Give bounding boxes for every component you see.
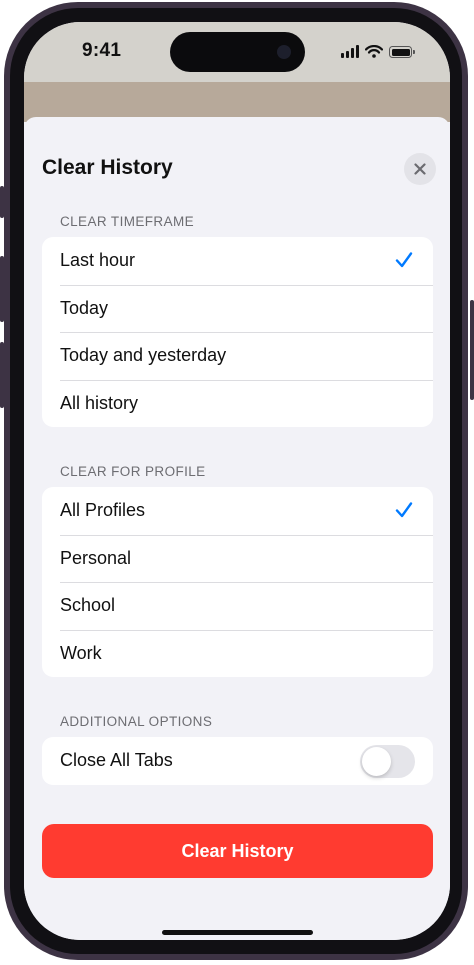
checkmark-icon [395, 502, 413, 518]
option-label: Last hour [60, 250, 136, 271]
camera-icon [277, 45, 291, 59]
battery-icon [389, 46, 415, 58]
option-label: Today and yesterday [60, 345, 227, 366]
close-button[interactable] [404, 153, 436, 185]
option-label: School [60, 595, 116, 616]
volume-down-button [0, 342, 4, 408]
profile-option-personal[interactable]: Personal [42, 534, 433, 583]
option-label: All Profiles [60, 500, 146, 521]
volume-up-button [0, 256, 4, 322]
action-button [0, 186, 4, 218]
power-button [470, 300, 474, 400]
screen: 9:41 Clear History CLEAR TIMEFRAME Last … [24, 22, 450, 940]
option-label: All history [60, 392, 139, 413]
wifi-icon [365, 45, 383, 58]
status-time: 9:41 [82, 40, 122, 61]
close-all-tabs-toggle[interactable] [360, 745, 415, 778]
sheet-title: Clear History [42, 156, 173, 179]
status-bar: 9:41 [24, 22, 450, 82]
profile-option-all-profiles[interactable]: All Profiles [42, 487, 433, 535]
section-header-additional: ADDITIONAL OPTIONS [60, 714, 213, 729]
clear-history-button[interactable]: Clear History [42, 824, 433, 878]
timeframe-option-last-hour[interactable]: Last hour [42, 237, 433, 285]
timeframe-option-today-and-yesterday[interactable]: Today and yesterday [42, 332, 433, 380]
additional-options-group: Close All Tabs [42, 737, 433, 785]
timeframe-option-all-history[interactable]: All history [42, 379, 433, 428]
option-label: Personal [60, 547, 132, 568]
xmark-icon [414, 163, 426, 175]
timeframe-option-today[interactable]: Today [42, 284, 433, 333]
clear-history-sheet: Clear History CLEAR TIMEFRAME Last hour … [24, 117, 450, 940]
profile-group: All Profiles Personal School Work [42, 487, 433, 677]
timeframe-group: Last hour Today Today and yesterday All … [42, 237, 433, 427]
option-label: Work [60, 642, 102, 663]
profile-option-work[interactable]: Work [42, 629, 433, 678]
profile-option-school[interactable]: School [42, 582, 433, 630]
toggle-knob [362, 747, 391, 776]
close-all-tabs-label: Close All Tabs [60, 750, 173, 771]
section-header-timeframe: CLEAR TIMEFRAME [60, 214, 195, 229]
checkmark-icon [395, 252, 413, 268]
close-all-tabs-row: Close All Tabs [42, 737, 433, 785]
status-icons [341, 44, 415, 58]
home-indicator[interactable] [162, 930, 313, 935]
dynamic-island [170, 32, 305, 72]
option-label: Today [60, 297, 109, 318]
cellular-signal-icon [341, 45, 359, 58]
section-header-profile: CLEAR FOR PROFILE [60, 464, 206, 479]
